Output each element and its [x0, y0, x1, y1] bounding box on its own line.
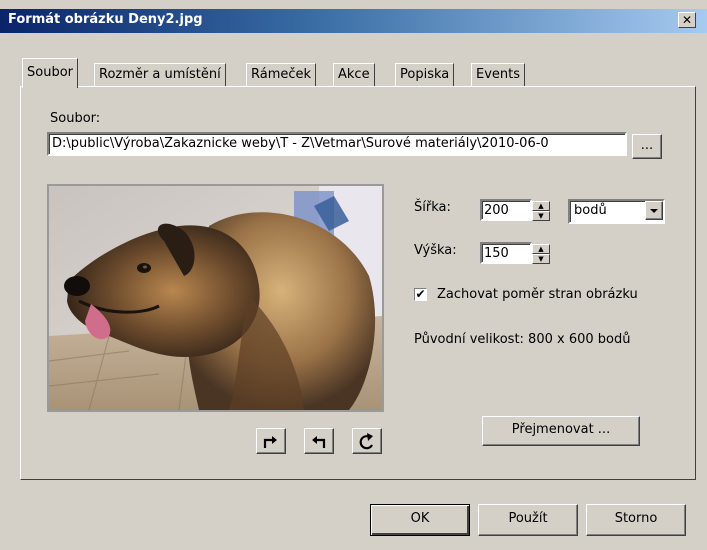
tab-events[interactable]: Events — [471, 63, 526, 86]
tab-popiska[interactable]: Popiska — [395, 63, 455, 86]
tab-ramecek[interactable]: Rámeček — [246, 63, 317, 86]
tab-soubor[interactable]: Soubor — [22, 58, 78, 88]
tab-akce[interactable]: Akce — [333, 63, 375, 86]
image-preview — [47, 184, 384, 412]
title-bar: Formát obrázku Deny2.jpg ✕ — [0, 9, 707, 33]
cancel-button[interactable]: Storno — [586, 504, 686, 536]
format-image-dialog: Formát obrázku Deny2.jpg ✕ Soubor Rozměr… — [0, 0, 707, 550]
window-title: Formát obrázku Deny2.jpg — [8, 12, 203, 27]
ok-button[interactable]: OK — [370, 504, 470, 536]
apply-button[interactable]: Použít — [478, 504, 578, 536]
close-button[interactable]: ✕ — [678, 12, 696, 28]
tab-rozmer[interactable]: Rozměr a umístění — [94, 63, 226, 86]
